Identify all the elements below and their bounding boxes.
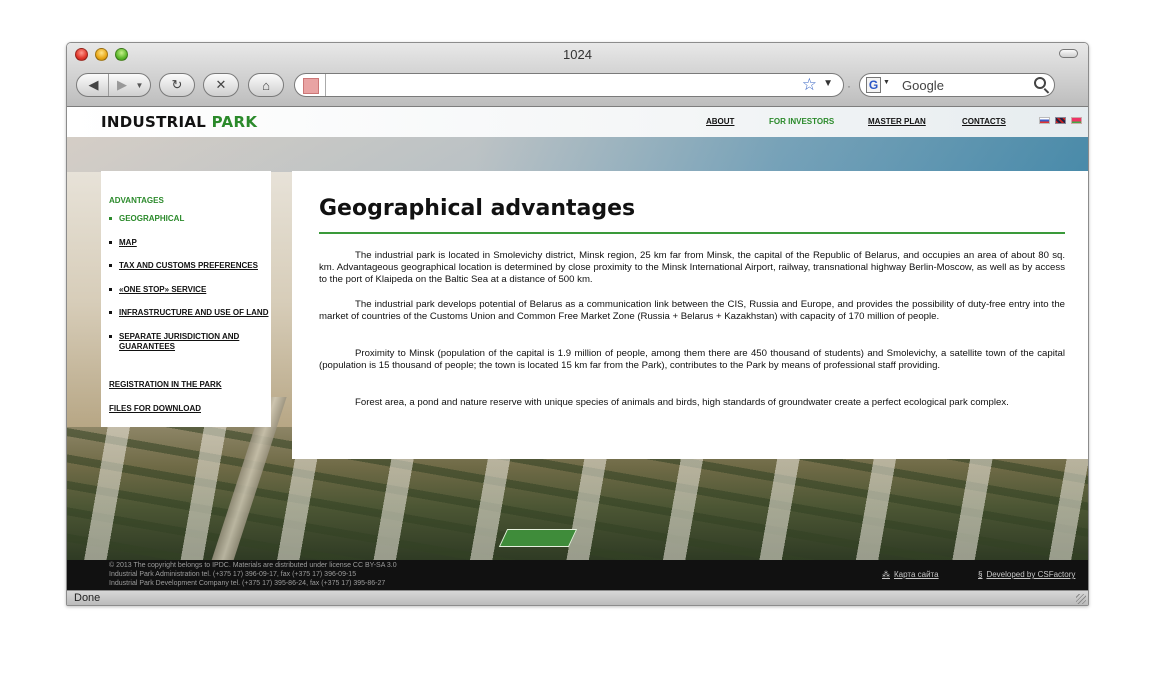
chevron-down-icon: ▼	[135, 80, 144, 90]
bullet-icon	[109, 311, 112, 314]
football-field-rendering	[498, 529, 578, 547]
developer-logo-icon: §	[978, 570, 983, 579]
main-content: Geographical advantages The industrial p…	[292, 171, 1088, 459]
paragraph-location: The industrial park is located in Smolev…	[319, 250, 1065, 285]
paragraph-proximity: Proximity to Minsk (population of the ca…	[319, 348, 1065, 371]
nav-master-plan[interactable]: MASTER PLAN	[868, 117, 926, 126]
home-button[interactable]: ⌂	[248, 73, 284, 97]
bullet-icon	[109, 335, 112, 338]
logo-word-1: INDUSTRIAL	[101, 113, 207, 131]
forward-arrow-icon: ▶	[117, 77, 127, 92]
browser-status-bar: Done	[67, 590, 1088, 605]
language-switcher	[1039, 117, 1082, 124]
sidebar-item-map[interactable]: MAP	[109, 238, 269, 248]
files-download-link[interactable]: FILES FOR DOWNLOAD	[109, 404, 201, 413]
toolbar-toggle-button[interactable]	[1059, 49, 1078, 58]
sitemap-icon: ⁂	[882, 570, 890, 579]
nav-for-investors[interactable]: FOR INVESTORS	[769, 117, 834, 126]
bookmark-star-icon[interactable]: ☆	[802, 75, 817, 95]
url-history-chevron-icon[interactable]: ▼	[823, 78, 833, 89]
sidebar: ADVANTAGES GEOGRAPHICAL MAP TAX AND CUST…	[101, 171, 271, 427]
footer-copyright: © 2013 The copyright belongs to IPDC. Ma…	[109, 561, 397, 588]
browser-toolbar: 1024 ◀ ▶ ▼ ↻ ✕ ⌂ ☆ ▼ · G ▼ Google	[67, 43, 1088, 107]
site-footer: © 2013 The copyright belongs to IPDC. Ma…	[67, 560, 1088, 590]
sidebar-item-geographical[interactable]: GEOGRAPHICAL	[109, 214, 269, 224]
search-input[interactable]: Google	[902, 78, 944, 93]
home-icon: ⌂	[262, 77, 270, 93]
search-icon[interactable]	[1034, 77, 1046, 89]
nav-about[interactable]: ABOUT	[706, 117, 734, 126]
google-engine-icon[interactable]: G	[866, 77, 881, 93]
sidebar-item-label: «ONE STOP» SERVICE	[119, 285, 207, 294]
page-title: Geographical advantages	[319, 196, 636, 221]
address-divider	[325, 74, 326, 96]
back-button[interactable]: ◀	[80, 74, 108, 96]
sidebar-item-infrastructure[interactable]: INFRASTRUCTURE AND USE OF LAND	[109, 308, 269, 318]
bullet-icon	[109, 241, 112, 244]
toolbar-separator: ·	[847, 79, 851, 93]
favicon-icon	[303, 78, 319, 94]
bullet-icon	[109, 217, 112, 220]
nav-contacts[interactable]: CONTACTS	[962, 117, 1006, 126]
paragraph-ecology: Forest area, a pond and nature reserve w…	[355, 397, 1009, 408]
sidebar-item-jurisdiction[interactable]: SEPARATE JURISDICTION AND GUARANTEES	[109, 332, 249, 352]
registration-link[interactable]: REGISTRATION IN THE PARK	[109, 380, 222, 389]
title-underline	[319, 232, 1065, 234]
back-arrow-icon: ◀	[88, 77, 99, 92]
browser-window: 1024 ◀ ▶ ▼ ↻ ✕ ⌂ ☆ ▼ · G ▼ Google INDUST…	[66, 42, 1089, 606]
developer-link[interactable]: § Developed by CSFactory	[978, 570, 1075, 579]
developer-label: Developed by CSFactory	[986, 570, 1076, 579]
reload-button[interactable]: ↻	[159, 73, 195, 97]
bullet-icon	[109, 264, 112, 267]
site-header: INDUSTRIAL PARK ABOUT FOR INVESTORS MAST…	[67, 107, 1088, 137]
sidebar-item-label: INFRASTRUCTURE AND USE OF LAND	[119, 308, 269, 317]
flag-belarusian-icon[interactable]	[1071, 117, 1082, 124]
flag-russian-icon[interactable]	[1039, 117, 1050, 124]
stop-icon: ✕	[215, 77, 227, 92]
back-forward-control: ◀ ▶ ▼	[76, 73, 151, 97]
reload-icon: ↻	[171, 77, 183, 92]
sidebar-item-label: GEOGRAPHICAL	[119, 214, 185, 223]
status-text: Done	[74, 592, 101, 604]
sky-band	[67, 137, 1088, 172]
resize-grip-icon[interactable]	[1076, 594, 1086, 604]
paragraph-potential: The industrial park develops potential o…	[319, 299, 1065, 322]
bullet-icon	[109, 288, 112, 291]
stop-button[interactable]: ✕	[203, 73, 239, 97]
search-box[interactable]: G ▼ Google	[859, 73, 1055, 97]
sidebar-heading: ADVANTAGES	[109, 196, 164, 205]
sidebar-item-label: TAX AND CUSTOMS PREFERENCES	[119, 261, 258, 270]
address-bar[interactable]: ☆ ▼	[294, 73, 844, 97]
history-dropdown-button[interactable]: ▼	[136, 81, 148, 90]
sidebar-item-label: SEPARATE JURISDICTION AND GUARANTEES	[119, 332, 240, 351]
forward-button[interactable]: ▶	[107, 74, 136, 96]
sitemap-link[interactable]: ⁂ Карта сайта	[882, 570, 939, 579]
window-title: 1024	[563, 47, 592, 62]
footer-line: Industrial Park Administration tel. (+37…	[109, 571, 357, 578]
sidebar-item-tax-customs[interactable]: TAX AND CUSTOMS PREFERENCES	[109, 261, 269, 271]
footer-line: Industrial Park Development Company tel.…	[109, 580, 386, 587]
sidebar-item-label: MAP	[119, 238, 137, 247]
footer-line: © 2013 The copyright belongs to IPDC. Ma…	[109, 562, 397, 569]
sidebar-item-one-stop[interactable]: «ONE STOP» SERVICE	[109, 285, 269, 295]
flag-english-icon[interactable]	[1055, 117, 1066, 124]
site-logo[interactable]: INDUSTRIAL PARK	[101, 113, 257, 131]
engine-dropdown-icon[interactable]: ▼	[883, 79, 890, 86]
logo-word-2: PARK	[211, 113, 258, 131]
sitemap-label: Карта сайта	[894, 570, 939, 579]
page-viewport: INDUSTRIAL PARK ABOUT FOR INVESTORS MAST…	[67, 107, 1088, 590]
